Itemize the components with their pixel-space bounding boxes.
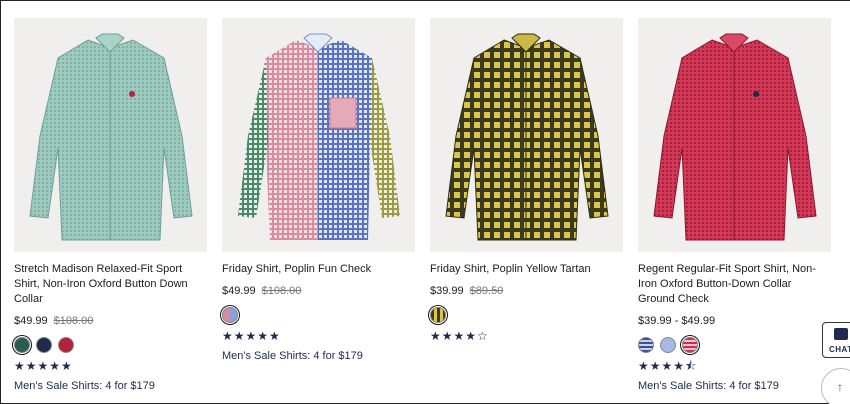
product-title[interactable]: Friday Shirt, Poplin Yellow Tartan [430, 262, 623, 277]
product-price: $39.99 $89.50 [430, 284, 623, 299]
shirt-image [238, 33, 400, 240]
color-swatches [222, 307, 415, 323]
price-range: $39.99 - $49.99 [638, 315, 716, 327]
color-swatch[interactable] [430, 307, 446, 323]
original-price: $89.50 [469, 285, 504, 297]
color-swatches [638, 337, 831, 353]
product-title[interactable]: Regent Regular-Fit Sport Shirt, Non-Iron… [638, 262, 831, 307]
product-title[interactable]: Friday Shirt, Poplin Fun Check [222, 262, 415, 277]
chat-icon [834, 328, 848, 340]
shirt-image [653, 33, 817, 241]
product-image[interactable] [638, 18, 831, 252]
product-card: Regent Regular-Fit Sport Shirt, Non-Iron… [638, 18, 831, 392]
color-swatch[interactable] [222, 307, 238, 323]
product-title[interactable]: Stretch Madison Relaxed-Fit Sport Shirt,… [14, 262, 207, 307]
color-swatch[interactable] [638, 337, 654, 353]
product-price: $49.99 $108.00 [222, 284, 415, 299]
rating-stars: ★★★★★ [14, 359, 73, 373]
product-card: Stretch Madison Relaxed-Fit Sport Shirt,… [14, 18, 207, 392]
chat-button[interactable]: CHAT [822, 322, 850, 358]
chat-label: CHAT [829, 345, 850, 354]
original-price: $108.00 [53, 315, 94, 327]
color-swatch[interactable] [58, 337, 74, 353]
product-image[interactable] [14, 18, 207, 252]
promo-link[interactable]: Men's Sale Shirts: 4 for $179 [222, 350, 415, 362]
rating-stars: ★★★★⯪ [638, 359, 698, 373]
product-price: $49.99 $108.00 [14, 314, 207, 329]
sale-price: $49.99 [222, 285, 256, 297]
color-swatch[interactable] [660, 337, 676, 353]
product-card: Friday Shirt, Poplin Fun Check $49.99 $10… [222, 18, 415, 392]
sale-price: $39.99 [430, 285, 464, 297]
original-price: $108.00 [261, 285, 302, 297]
product-image[interactable] [222, 18, 415, 252]
promo-link[interactable]: Men's Sale Shirts: 4 for $179 [638, 380, 831, 392]
shirt-image [29, 33, 193, 241]
sale-price: $49.99 [14, 315, 48, 327]
rating-stars: ★★★★★ [222, 329, 281, 343]
color-swatch[interactable] [14, 337, 30, 353]
promo-link[interactable]: Men's Sale Shirts: 4 for $179 [14, 380, 207, 392]
shirt-image [445, 33, 609, 241]
arrow-up-icon: ↑ [837, 380, 843, 394]
color-swatches [430, 307, 623, 323]
rating-stars: ★★★★☆ [430, 329, 489, 343]
product-image[interactable] [430, 18, 623, 252]
color-swatches [14, 337, 207, 353]
color-swatch[interactable] [682, 337, 698, 353]
product-card: Friday Shirt, Poplin Yellow Tartan $39.9… [430, 18, 623, 392]
color-swatch[interactable] [36, 337, 52, 353]
product-grid: Stretch Madison Relaxed-Fit Sport Shirt,… [14, 18, 831, 392]
product-price: $39.99 - $49.99 [638, 314, 831, 329]
